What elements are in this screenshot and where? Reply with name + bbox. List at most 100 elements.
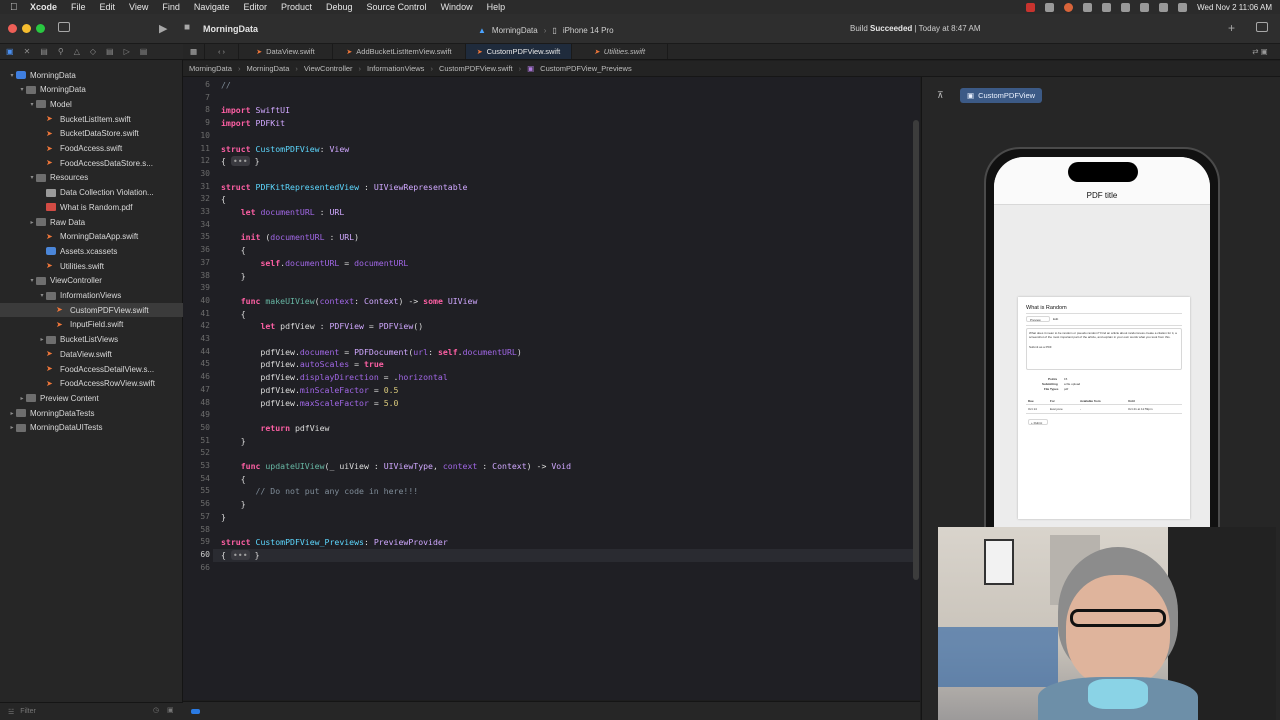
menu-window[interactable]: Window [441, 2, 473, 12]
tab-utilities[interactable]: ➤ Utilities.swift [572, 44, 668, 59]
code-line[interactable]: { [221, 308, 246, 321]
breakpoint-navigator-icon[interactable]: ▷ [124, 47, 130, 56]
apple-menu-icon[interactable]:  [10, 2, 30, 13]
navigator-row[interactable]: ▸ MorningDataUITests [0, 421, 183, 435]
menu-debug[interactable]: Debug [326, 2, 353, 12]
breadcrumb-item[interactable]: MorningData [246, 64, 289, 73]
navigator-row[interactable]: ▾ MorningData [0, 83, 183, 97]
minimize-window-button[interactable] [22, 24, 31, 33]
navigator-row[interactable]: ➤ BucketListItem.swift [0, 112, 183, 126]
camera-icon[interactable] [1045, 2, 1055, 12]
code-line[interactable]: pdfView.displayDirection = .horizontal [221, 371, 447, 384]
navigator-row[interactable]: ➤ FoodAccessDetailView.s... [0, 362, 183, 376]
pin-icon[interactable]: ⊼ [937, 90, 944, 101]
navigator-row[interactable]: ➤ BucketDataStore.swift [0, 127, 183, 141]
menu-product[interactable]: Product [281, 2, 312, 12]
editor-scrollbar[interactable] [913, 120, 919, 580]
firefox-icon[interactable] [1064, 2, 1074, 12]
navigator-row[interactable]: ▾ MorningData [0, 68, 183, 82]
tab-dataview[interactable]: ➤ DataView.swift [239, 44, 333, 59]
code-line[interactable]: import PDFKit [221, 117, 285, 130]
chevron-right-icon[interactable]: ▸ [38, 336, 46, 343]
code-line[interactable]: // Do not put any code in here!!! [221, 485, 419, 498]
navigator-row[interactable]: ▾ InformationViews [0, 289, 183, 303]
code-line[interactable]: pdfView.minScaleFactor = 0.5 [221, 384, 398, 397]
pdf-page[interactable]: What is Random Preview Edit What does it… [1018, 297, 1190, 519]
code-line[interactable]: pdfView.maxScaleFactor = 5.0 [221, 397, 398, 410]
debug-area-toggle-icon[interactable] [191, 709, 200, 714]
wifi-icon[interactable] [1140, 2, 1150, 12]
chevron-down-icon[interactable]: ▾ [28, 174, 36, 181]
zoom-window-button[interactable] [36, 24, 45, 33]
debug-navigator-icon[interactable]: ▤ [106, 47, 114, 56]
breadcrumb-item[interactable]: InformationViews [367, 64, 424, 73]
chevron-down-icon[interactable]: ▾ [28, 277, 36, 284]
code-line[interactable]: } [221, 270, 246, 283]
tab-grid-icon[interactable]: ▦ [183, 44, 205, 59]
navigator-row[interactable]: What is Random.pdf [0, 200, 183, 214]
navigator-row[interactable]: ➤ DataView.swift [0, 347, 183, 361]
code-line[interactable]: let documentURL : URL [221, 206, 345, 219]
control-center-icon[interactable] [1178, 2, 1188, 12]
code-line[interactable]: struct CustomPDFView_Previews: PreviewPr… [221, 536, 448, 549]
test-navigator-icon[interactable]: ◇ [90, 47, 96, 56]
breadcrumb-item[interactable]: ViewController [304, 64, 353, 73]
navigator-row[interactable]: ▾ Model [0, 97, 183, 111]
code-line[interactable]: } [221, 511, 226, 524]
chevron-down-icon[interactable]: ▾ [28, 101, 36, 108]
navigator-row[interactable]: ➤ MorningDataApp.swift [0, 230, 183, 244]
chevron-right-icon[interactable]: ▸ [18, 395, 26, 402]
navigator-row[interactable]: ▸ BucketListViews [0, 333, 183, 347]
stop-icon[interactable]: ■ [184, 22, 190, 33]
record-icon[interactable] [1026, 2, 1036, 12]
recent-files-icon[interactable]: ◷ [153, 706, 159, 714]
code-line[interactable]: } [221, 435, 246, 448]
symbol-navigator-icon[interactable]: ▤ [40, 47, 48, 56]
navigator-row[interactable]: ➤ FoodAccessRowView.swift [0, 377, 183, 391]
code-line[interactable]: struct PDFKitRepresentedView : UIViewRep… [221, 181, 468, 194]
code-line[interactable]: { ••• } [221, 155, 260, 168]
navigator-row[interactable]: ▸ Preview Content [0, 391, 183, 405]
navigator-row[interactable]: Assets.xcassets [0, 244, 183, 258]
code-line[interactable]: { [221, 473, 246, 486]
code-line[interactable]: self.documentURL = documentURL [221, 257, 408, 270]
code-line[interactable]: func makeUIView(context: Context) -> som… [221, 295, 478, 308]
find-navigator-icon[interactable]: ⚲ [58, 47, 64, 56]
chevron-right-icon[interactable]: ▸ [8, 424, 16, 431]
network-icon[interactable] [1083, 2, 1093, 12]
filter-options-icon[interactable]: ▣ [167, 706, 174, 714]
chevron-down-icon[interactable]: ▾ [8, 72, 16, 79]
chevron-right-icon[interactable]: ▸ [28, 219, 36, 226]
close-window-button[interactable] [8, 24, 17, 33]
navigator-row[interactable]: ➤ FoodAccess.swift [0, 142, 183, 156]
code-line[interactable]: } [221, 498, 246, 511]
menu-view[interactable]: View [129, 2, 148, 12]
code-line[interactable]: import SwiftUI [221, 104, 290, 117]
navigator-row[interactable]: ➤ Utilities.swift [0, 259, 183, 273]
breadcrumb-item[interactable]: CustomPDFView_Previews [540, 64, 632, 73]
navigator-row[interactable]: ▾ Resources [0, 171, 183, 185]
code-line[interactable]: return pdfView [221, 422, 329, 435]
filter-input[interactable]: Filter [20, 708, 36, 715]
navigator-row[interactable]: ▸ Raw Data [0, 215, 183, 229]
navigator-row[interactable]: ➤ FoodAccessDataStore.s... [0, 156, 183, 170]
tab-history-arrows[interactable]: ‹ › [205, 44, 239, 59]
project-navigator-icon[interactable]: ▣ [6, 47, 14, 56]
report-navigator-icon[interactable]: ▤ [140, 47, 148, 56]
menu-source-control[interactable]: Source Control [367, 2, 427, 12]
navigator-row[interactable]: ▸ MorningDataTests [0, 406, 183, 420]
menu-editor[interactable]: Editor [243, 2, 267, 12]
editor-options-icon[interactable]: ⇄ ▣ [1240, 44, 1280, 59]
code-line[interactable]: { ••• } [221, 549, 260, 562]
menu-clock[interactable]: Wed Nov 2 11:06 AM [1197, 3, 1272, 12]
run-icon[interactable]: ▶ [159, 22, 167, 35]
code-line[interactable]: { [221, 244, 246, 257]
menu-find[interactable]: Find [162, 2, 180, 12]
bluetooth-icon[interactable] [1102, 2, 1112, 12]
sidebar-toggle-icon[interactable] [58, 22, 70, 32]
code-line[interactable]: pdfView.autoScales = true [221, 358, 383, 371]
tab-custompdfview[interactable]: ➤ CustomPDFView.swift [466, 44, 572, 59]
breadcrumb-item[interactable]: MorningData [189, 64, 232, 73]
code-line[interactable]: struct CustomPDFView: View [221, 143, 349, 156]
code-line[interactable]: let pdfView : PDFView = PDFView() [221, 320, 423, 333]
